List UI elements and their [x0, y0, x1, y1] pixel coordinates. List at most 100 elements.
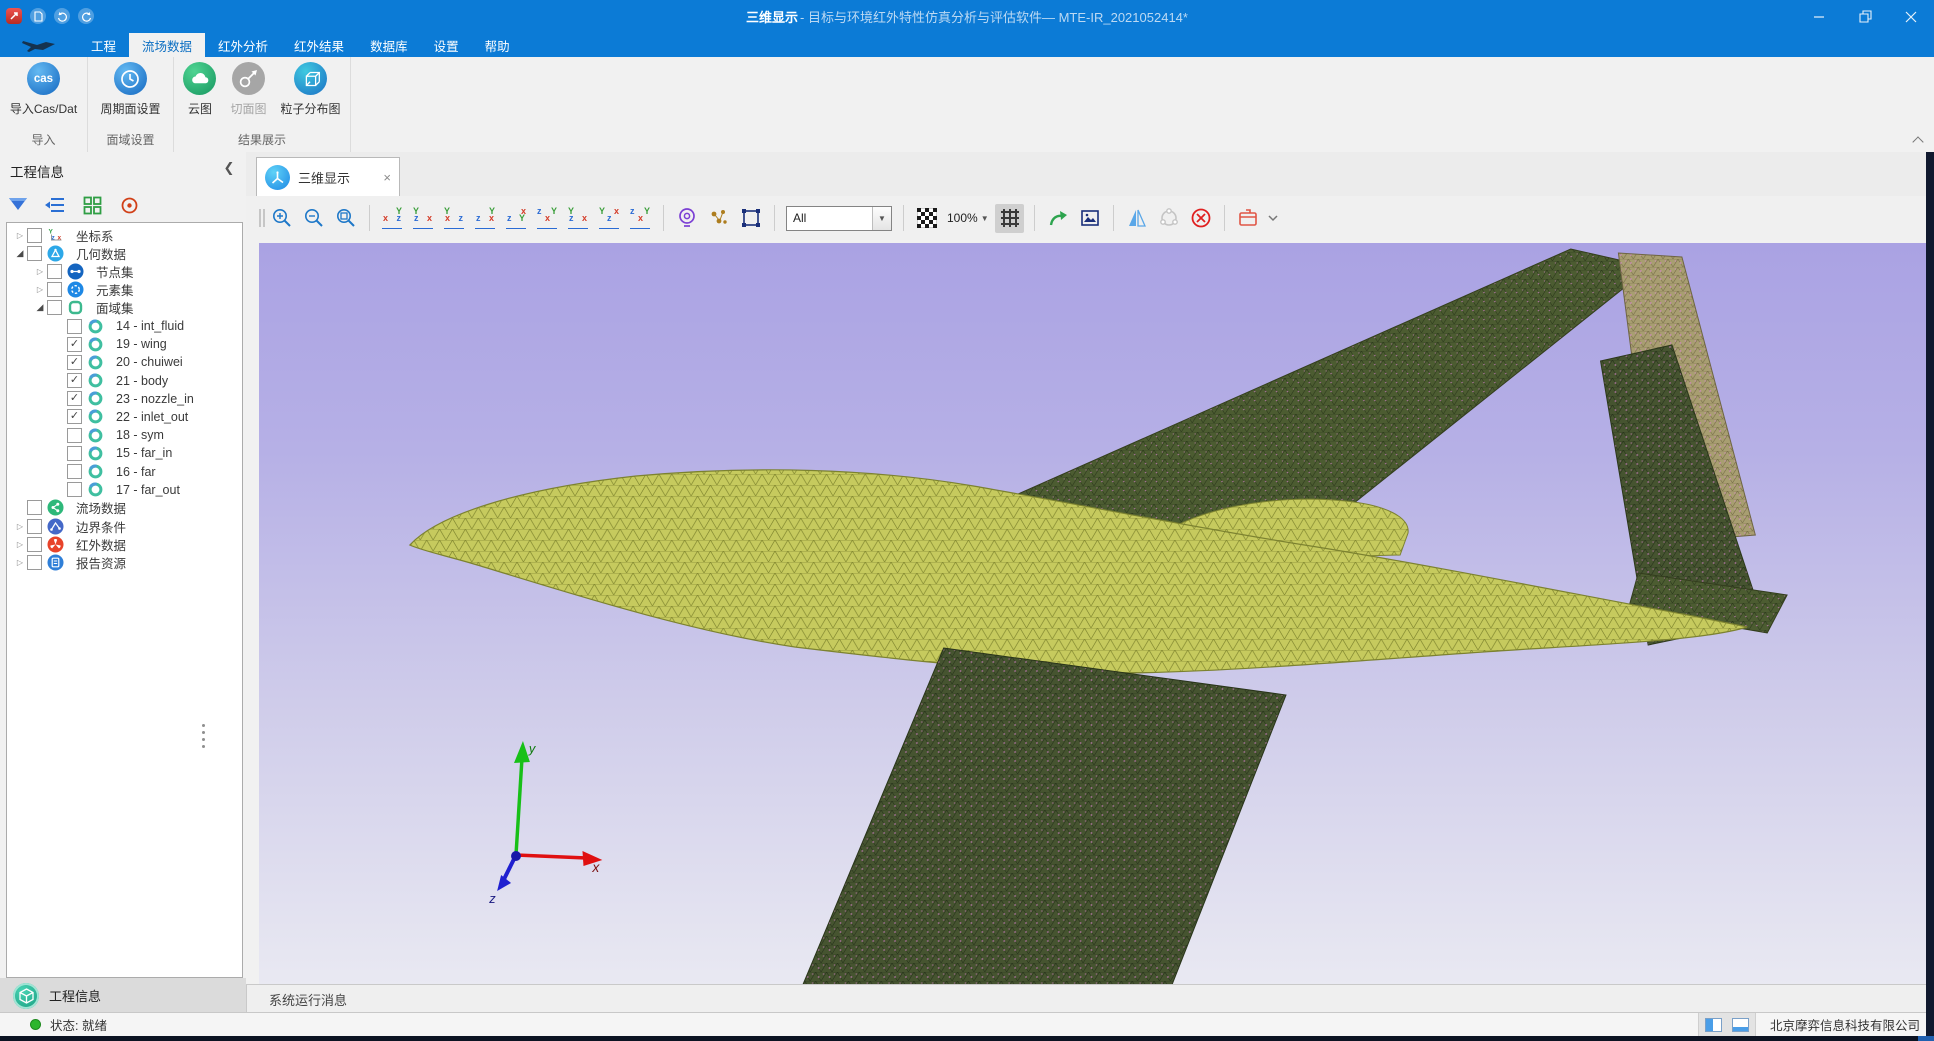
- particle-distribution-button[interactable]: 粒子分布图: [274, 62, 348, 117]
- tree-expander-icon[interactable]: ▷: [13, 540, 27, 549]
- mirror-icon[interactable]: [1123, 205, 1150, 232]
- tree-item-face-set[interactable]: ◢面域集: [7, 299, 242, 317]
- tree-expander-icon[interactable]: ▷: [33, 267, 47, 276]
- menu-tab-database[interactable]: 数据库: [357, 33, 421, 57]
- menu-tab-project[interactable]: 工程: [78, 33, 129, 57]
- list-icon[interactable]: [43, 193, 67, 217]
- tree-item-face-17[interactable]: 17 - far_out: [7, 481, 242, 499]
- menu-tab-settings[interactable]: 设置: [421, 33, 472, 57]
- tree-checkbox[interactable]: ✓: [67, 409, 82, 424]
- periodic-face-setup-button[interactable]: 周期面设置: [93, 62, 167, 117]
- tree-checkbox[interactable]: [27, 500, 42, 515]
- tree-item-face-14[interactable]: 14 - int_fluid: [7, 317, 242, 335]
- tree-checkbox[interactable]: ✓: [67, 355, 82, 370]
- tree-item-boundary-conditions[interactable]: ▷边界条件: [7, 517, 242, 535]
- view-8-button[interactable]: Yxz: [596, 206, 623, 230]
- zoom-out-icon[interactable]: [301, 205, 328, 232]
- tree-checkbox[interactable]: ✓: [67, 391, 82, 406]
- probe-icon[interactable]: [674, 205, 701, 232]
- ribbon-collapse-button[interactable]: [1914, 135, 1922, 149]
- menu-tab-ir-analysis[interactable]: 红外分析: [205, 33, 281, 57]
- delete-icon[interactable]: [1187, 205, 1214, 232]
- opacity-checker-icon[interactable]: [914, 205, 941, 232]
- tree-checkbox[interactable]: [67, 482, 82, 497]
- tab-3d-display[interactable]: 三维显示 ×: [256, 157, 400, 197]
- splitter-handle[interactable]: [199, 724, 207, 748]
- zoom-fit-icon[interactable]: [333, 205, 360, 232]
- minimize-icon[interactable]: [1796, 0, 1842, 33]
- view-9-button[interactable]: zYx: [627, 206, 654, 230]
- panel-footer-tab[interactable]: 工程信息: [0, 978, 246, 1013]
- viewport-3d[interactable]: x y z: [259, 243, 1926, 985]
- tree-item-node-set[interactable]: ▷节点集: [7, 262, 242, 280]
- tree-checkbox[interactable]: [67, 428, 82, 443]
- tree-checkbox[interactable]: [27, 246, 42, 261]
- tree-item-face-22[interactable]: ✓22 - inlet_out: [7, 408, 242, 426]
- layout-bottom-panel-icon[interactable]: [1732, 1018, 1749, 1032]
- more-chevron-icon[interactable]: [1268, 215, 1278, 222]
- tree-checkbox[interactable]: [27, 228, 42, 243]
- tree-expander-icon[interactable]: ▷: [33, 285, 47, 294]
- pin-icon[interactable]: [6, 8, 22, 24]
- close-icon[interactable]: [1888, 0, 1934, 33]
- menu-tab-help[interactable]: 帮助: [472, 33, 523, 57]
- tree-checkbox[interactable]: [27, 519, 42, 534]
- display-filter-combo[interactable]: All ▼: [786, 206, 892, 231]
- view-4-button[interactable]: zxY: [472, 206, 499, 230]
- tree-checkbox[interactable]: [67, 319, 82, 334]
- blocks-icon[interactable]: [80, 193, 104, 217]
- tree-checkbox[interactable]: [47, 300, 62, 315]
- view-7-button[interactable]: Yzx: [565, 206, 592, 230]
- undo-icon[interactable]: [54, 8, 70, 24]
- layout-left-panel-icon[interactable]: [1705, 1018, 1722, 1032]
- tree-expander-icon[interactable]: ▷: [13, 522, 27, 531]
- import-cas-dat-button[interactable]: cas导入Cas/Dat: [3, 62, 84, 117]
- section-box-icon[interactable]: [1234, 205, 1261, 232]
- view-5-button[interactable]: zYx: [503, 206, 530, 230]
- menu-tab-ir-results[interactable]: 红外结果: [281, 33, 357, 57]
- tree-checkbox[interactable]: ✓: [67, 373, 82, 388]
- redo-icon[interactable]: [78, 8, 94, 24]
- tree-item-coord-system[interactable]: ▷Yzx坐标系: [7, 226, 242, 244]
- target-icon[interactable]: [117, 193, 141, 217]
- view-2-button[interactable]: Yzx: [410, 206, 437, 230]
- export-arrow-icon[interactable]: [1044, 205, 1071, 232]
- tree-checkbox[interactable]: [47, 282, 62, 297]
- select-box-icon[interactable]: [738, 205, 765, 232]
- contour-map-button[interactable]: 云图: [176, 62, 223, 117]
- smooth-nodes-icon[interactable]: [1155, 205, 1182, 232]
- tree-expander-icon[interactable]: ▷: [13, 231, 27, 240]
- filter-icon[interactable]: [6, 193, 30, 217]
- opacity-value[interactable]: 100%▼: [947, 211, 989, 225]
- tree-item-face-16[interactable]: 16 - far: [7, 462, 242, 480]
- drag-handle[interactable]: [258, 207, 266, 229]
- tree-item-geometry-data[interactable]: ◢几何数据: [7, 244, 242, 262]
- tree-item-face-18[interactable]: 18 - sym: [7, 426, 242, 444]
- tree-checkbox[interactable]: [67, 446, 82, 461]
- tree-item-face-15[interactable]: 15 - far_in: [7, 444, 242, 462]
- tree-item-face-23[interactable]: ✓23 - nozzle_in: [7, 390, 242, 408]
- snapshot-icon[interactable]: [1076, 205, 1103, 232]
- zoom-in-icon[interactable]: [269, 205, 296, 232]
- combo-dropdown-icon[interactable]: ▼: [872, 207, 891, 230]
- tree-checkbox[interactable]: [27, 537, 42, 552]
- tree-item-element-set[interactable]: ▷元素集: [7, 281, 242, 299]
- maximize-icon[interactable]: [1842, 0, 1888, 33]
- tab-close-icon[interactable]: ×: [383, 170, 391, 185]
- tree-item-flow-field-data[interactable]: 流场数据: [7, 499, 242, 517]
- tree-checkbox[interactable]: [67, 464, 82, 479]
- tree-checkbox[interactable]: ✓: [67, 337, 82, 352]
- tree-expander-icon[interactable]: ◢: [13, 248, 27, 259]
- tree-item-face-21[interactable]: ✓21 - body: [7, 372, 242, 390]
- tree-item-face-20[interactable]: ✓20 - chuiwei: [7, 353, 242, 371]
- tree-expander-icon[interactable]: ◢: [33, 302, 47, 313]
- document-icon[interactable]: [30, 8, 46, 24]
- panel-collapse-button[interactable]: ❮: [220, 157, 238, 179]
- menu-tab-flow-data[interactable]: 流场数据: [129, 33, 205, 57]
- view-1-button[interactable]: xzY: [379, 206, 406, 230]
- tree-item-face-19[interactable]: ✓19 - wing: [7, 335, 242, 353]
- tree-checkbox[interactable]: [47, 264, 62, 279]
- particles-icon[interactable]: [706, 205, 733, 232]
- grid-icon[interactable]: [995, 204, 1024, 233]
- tree-item-report-resources[interactable]: ▷报告资源: [7, 553, 242, 571]
